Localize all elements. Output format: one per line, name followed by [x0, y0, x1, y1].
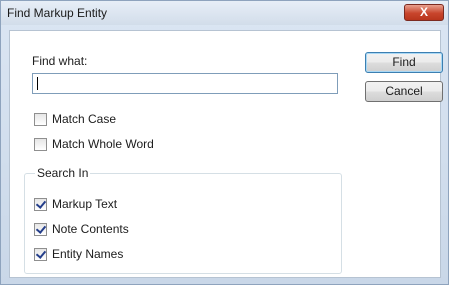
note-contents-option[interactable]: Note Contents — [34, 221, 129, 237]
note-contents-checkbox[interactable] — [34, 222, 47, 236]
match-case-label: Match Case — [52, 112, 117, 126]
window-title: Find Markup Entity — [7, 6, 108, 20]
note-contents-label: Note Contents — [52, 222, 129, 236]
title-bar[interactable]: Find Markup Entity X — [1, 1, 448, 25]
text-caret — [37, 77, 38, 90]
find-button[interactable]: Find — [365, 52, 443, 73]
match-whole-word-checkbox[interactable] — [34, 137, 47, 151]
find-what-label: Find what: — [32, 54, 88, 68]
markup-text-checkbox[interactable] — [34, 197, 47, 211]
entity-names-label: Entity Names — [52, 247, 124, 261]
markup-text-option[interactable]: Markup Text — [34, 196, 117, 212]
entity-names-option[interactable]: Entity Names — [34, 246, 123, 262]
cancel-button[interactable]: Cancel — [365, 81, 443, 102]
match-whole-word-label: Match Whole Word — [52, 137, 154, 151]
match-case-checkbox[interactable] — [34, 112, 47, 126]
match-whole-word-option[interactable]: Match Whole Word — [34, 136, 154, 152]
find-what-input[interactable] — [32, 73, 338, 94]
entity-names-checkbox[interactable] — [34, 247, 47, 261]
search-in-legend: Search In — [35, 166, 91, 180]
find-markup-entity-dialog: Find Markup Entity X Find what: Find Can… — [0, 0, 449, 285]
close-button[interactable]: X — [404, 4, 444, 21]
dialog-body: Find what: Find Cancel Match Case Match … — [9, 30, 443, 278]
markup-text-label: Markup Text — [52, 197, 118, 211]
match-case-option[interactable]: Match Case — [34, 111, 116, 127]
close-icon: X — [419, 5, 428, 19]
